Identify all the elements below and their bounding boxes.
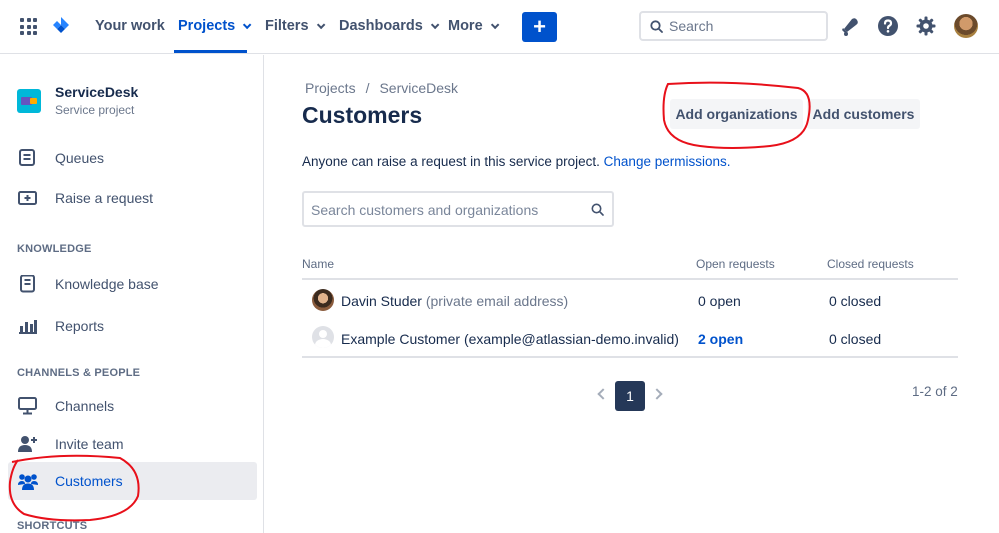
sidebar-item-label: Knowledge base: [55, 276, 159, 292]
chevron-down-icon: [243, 20, 252, 30]
section-header-shortcuts: SHORTCUTS: [17, 520, 88, 532]
notifications-icon[interactable]: [839, 15, 861, 37]
top-navigation: Your work Projects Filters Dashboards Mo…: [0, 0, 999, 54]
sidebar-item-label: Reports: [55, 318, 105, 334]
project-sidebar: ServiceDesk Service project Queues Raise…: [0, 55, 264, 533]
default-avatar-icon: [312, 326, 334, 348]
nav-more[interactable]: More: [448, 18, 500, 34]
reports-icon: [19, 320, 37, 334]
table-header-divider: [302, 278, 958, 280]
breadcrumb-projects[interactable]: Projects: [305, 80, 356, 96]
open-requests-link[interactable]: 2 open: [698, 331, 743, 347]
sidebar-item-label: Queues: [55, 150, 105, 166]
nav-your-work[interactable]: Your work: [95, 18, 165, 34]
previous-page-icon[interactable]: [597, 388, 609, 400]
sidebar-item-label: Customers: [55, 473, 123, 489]
global-search-input[interactable]: Search: [639, 11, 828, 41]
channels-icon: [18, 397, 37, 415]
app-switcher-icon[interactable]: [20, 18, 37, 35]
customer-search-input[interactable]: Search customers and organizations: [302, 191, 614, 227]
project-name[interactable]: ServiceDesk: [55, 84, 138, 100]
section-header-channels-people: CHANNELS & PEOPLE: [17, 367, 141, 379]
sidebar-item-customers[interactable]: Customers: [8, 462, 257, 500]
customer-name[interactable]: Example Customer (example@atlassian-demo…: [341, 331, 679, 347]
settings-icon[interactable]: [915, 15, 937, 37]
sidebar-item-label: Invite team: [55, 436, 124, 452]
add-customers-button[interactable]: Add customers: [807, 99, 920, 129]
column-header-name[interactable]: Name: [302, 257, 334, 271]
chevron-down-icon: [430, 20, 440, 30]
permissions-info-text: Anyone can raise a request in this servi…: [302, 154, 600, 169]
project-avatar-icon: [17, 89, 41, 113]
closed-requests-count: 0 closed: [829, 331, 882, 347]
closed-requests-count: 0 closed: [829, 293, 882, 309]
customers-icon: [18, 474, 38, 490]
sidebar-item-queues[interactable]: Queues: [8, 139, 257, 177]
current-page-button[interactable]: 1: [615, 381, 645, 411]
change-permissions-link[interactable]: Change permissions.: [604, 154, 731, 169]
permissions-info: Anyone can raise a request in this servi…: [302, 154, 731, 169]
breadcrumb-separator: /: [365, 80, 370, 96]
project-type: Service project: [55, 103, 135, 117]
sidebar-item-reports[interactable]: Reports: [8, 307, 257, 345]
page-title: Customers: [302, 102, 423, 128]
invite-team-icon: [18, 436, 37, 452]
result-count: 1-2 of 2: [912, 384, 958, 399]
breadcrumb: Projects / ServiceDesk: [305, 80, 458, 96]
sidebar-item-raise-request[interactable]: Raise a request: [8, 179, 257, 217]
search-icon: [591, 203, 604, 216]
sidebar-item-knowledge-base[interactable]: Knowledge base: [8, 265, 257, 303]
search-icon: [650, 20, 663, 33]
sidebar-item-channels[interactable]: Channels: [8, 387, 257, 425]
next-page-icon[interactable]: [651, 388, 663, 400]
sidebar-item-label: Channels: [55, 398, 115, 414]
column-header-closed-requests[interactable]: Closed requests: [827, 257, 914, 271]
sidebar-item-label: Raise a request: [55, 190, 154, 206]
search-placeholder: Search: [669, 18, 714, 34]
customer-search-placeholder: Search customers and organizations: [311, 202, 539, 218]
section-header-knowledge: KNOWLEDGE: [17, 243, 92, 255]
create-button[interactable]: +: [522, 12, 557, 42]
sidebar-item-invite-team[interactable]: Invite team: [8, 425, 257, 463]
nav-projects[interactable]: Projects: [178, 18, 252, 34]
breadcrumb-servicedesk[interactable]: ServiceDesk: [379, 80, 458, 96]
customer-avatar: [312, 289, 334, 311]
queues-icon: [19, 149, 35, 166]
customer-name[interactable]: Davin Studer (private email address): [341, 293, 568, 309]
active-nav-indicator: [174, 50, 247, 53]
add-organizations-button[interactable]: Add organizations: [670, 99, 803, 129]
profile-avatar[interactable]: [954, 14, 978, 38]
open-requests-count: 0 open: [698, 293, 741, 309]
jira-logo[interactable]: [51, 15, 71, 37]
column-header-open-requests[interactable]: Open requests: [696, 257, 775, 271]
raise-request-icon: [18, 191, 37, 205]
chevron-down-icon: [490, 20, 500, 30]
nav-dashboards[interactable]: Dashboards: [339, 18, 440, 34]
chevron-down-icon: [316, 20, 325, 30]
table-bottom-divider: [302, 356, 958, 358]
help-icon[interactable]: [877, 15, 899, 37]
nav-filters[interactable]: Filters: [265, 18, 325, 34]
knowledge-base-icon: [20, 275, 35, 293]
